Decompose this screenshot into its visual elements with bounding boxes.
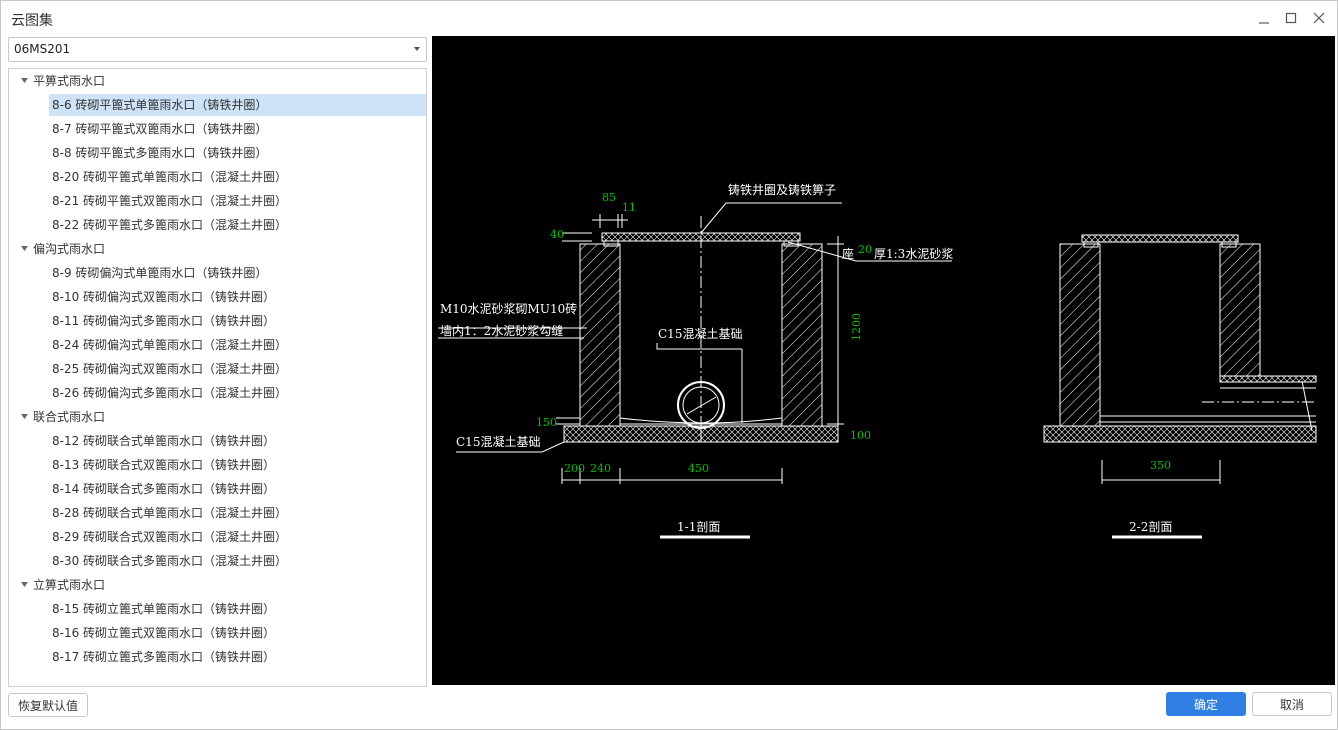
tree-item[interactable]: 8-29 砖砌联合式双篦雨水口（混凝土井圈） (49, 526, 426, 548)
caret-down-icon (414, 47, 420, 51)
tree-item[interactable]: 8-7 砖砌平篦式双篦雨水口（铸铁井圈） (49, 118, 426, 140)
tree-group-label: 立箅式雨水口 (33, 578, 106, 592)
tree-item[interactable]: 8-26 砖砌偏沟式多篦雨水口（混凝土井圈） (49, 382, 426, 404)
minimize-button[interactable] (1252, 7, 1276, 29)
tree-item-label: 8-25 砖砌偏沟式双篦雨水口（混凝土井圈） (52, 362, 288, 376)
triangle-down-icon[interactable] (21, 246, 28, 251)
tree-item-label: 8-29 砖砌联合式双篦雨水口（混凝土井圈） (52, 530, 288, 544)
tree-item-label: 8-26 砖砌偏沟式多篦雨水口（混凝土井圈） (52, 386, 288, 400)
dim-100: 100 (850, 429, 871, 442)
triangle-down-icon[interactable] (21, 78, 28, 83)
tree-item-label: 8-11 砖砌偏沟式多篦雨水口（铸铁井圈） (52, 314, 276, 328)
tree-item-label: 8-12 砖砌联合式单篦雨水口（铸铁井圈） (52, 434, 276, 448)
label-mortar-seat: 座 (842, 246, 854, 261)
tree-item[interactable]: 8-28 砖砌联合式单篦雨水口（混凝土井圈） (49, 502, 426, 524)
tree-item-label: 8-16 砖砌立篦式双篦雨水口（铸铁井圈） (52, 626, 276, 640)
drawing-viewer[interactable]: 铸铁井圈及铸铁箅子 座 厚1:3水泥砂浆 M10水泥砂浆砌MU10砖 墙内1：2… (432, 36, 1335, 685)
title-bar: 云图集 (1, 1, 1337, 35)
tree-item[interactable]: 8-15 砖砌立篦式单篦雨水口（铸铁井圈） (49, 598, 426, 620)
dim-450: 450 (688, 462, 709, 475)
section-2-2-drawing (1043, 234, 1317, 539)
tree-item[interactable]: 8-9 砖砌偏沟式单篦雨水口（铸铁井圈） (49, 262, 426, 284)
label-section-1: 1-1剖面 (677, 520, 720, 534)
tree-item-label: 8-17 砖砌立篦式多篦雨水口（铸铁井圈） (52, 650, 276, 664)
label-c15-inner: C15混凝土基础 (658, 326, 742, 341)
tree-item-label: 8-20 砖砌平篦式单篦雨水口（混凝土井圈） (52, 170, 288, 184)
tree-item-label: 8-22 砖砌平篦式多篦雨水口（混凝土井圈） (52, 218, 288, 232)
maximize-icon (1285, 12, 1297, 24)
label-mortar-spec: 厚1:3水泥砂浆 (874, 246, 953, 261)
cancel-button[interactable]: 取消 (1252, 692, 1332, 716)
tree-item-label: 8-30 砖砌联合式多篦雨水口（混凝土井圈） (52, 554, 288, 568)
label-wall-line1: M10水泥砂浆砌MU10砖 (440, 301, 577, 316)
dim-40: 40 (550, 228, 564, 241)
close-button[interactable] (1307, 7, 1331, 29)
dim-150: 150 (536, 416, 557, 429)
tree-item-label: 8-14 砖砌联合式多篦雨水口（铸铁井圈） (52, 482, 276, 496)
reset-defaults-button[interactable]: 恢复默认值 (8, 693, 88, 717)
dim-85: 85 (602, 191, 616, 204)
label-grate: 铸铁井圈及铸铁箅子 (728, 182, 836, 197)
minimize-icon (1259, 22, 1269, 24)
tree-item[interactable]: 8-12 砖砌联合式单篦雨水口（铸铁井圈） (49, 430, 426, 452)
label-section-2: 2-2剖面 (1129, 520, 1172, 534)
tree-group-label: 联合式雨水口 (33, 410, 106, 424)
tree-group-label: 偏沟式雨水口 (33, 242, 106, 256)
triangle-down-icon[interactable] (21, 582, 28, 587)
maximize-button[interactable] (1279, 7, 1303, 29)
tree-item[interactable]: 8-22 砖砌平篦式多篦雨水口（混凝土井圈） (49, 214, 426, 236)
drawing-canvas: 铸铁井圈及铸铁箅子 座 厚1:3水泥砂浆 M10水泥砂浆砌MU10砖 墙内1：2… (438, 182, 1317, 539)
dim-240: 240 (590, 462, 611, 475)
label-c15-base: C15混凝土基础 (456, 434, 540, 449)
tree-item[interactable]: 8-6 砖砌平篦式单篦雨水口（铸铁井圈） (49, 94, 426, 116)
tree-item[interactable]: 8-24 砖砌偏沟式单篦雨水口（混凝土井圈） (49, 334, 426, 356)
tree-item-label: 8-21 砖砌平篦式双篦雨水口（混凝土井圈） (52, 194, 288, 208)
triangle-down-icon[interactable] (21, 414, 28, 419)
dialog-window: 云图集 06MS201 平箅式雨水口 8-6 砖砌平篦式单篦雨水口（铸铁井圈） 8-… (0, 0, 1338, 730)
dim-200: 200 (564, 462, 585, 475)
atlas-select[interactable]: 06MS201 (8, 37, 427, 62)
tree-item-label: 8-9 砖砌偏沟式单篦雨水口（铸铁井圈） (52, 266, 268, 280)
tree-item-label: 8-15 砖砌立篦式单篦雨水口（铸铁井圈） (52, 602, 276, 616)
ok-button[interactable]: 确定 (1166, 692, 1246, 716)
tree-item[interactable]: 8-30 砖砌联合式多篦雨水口（混凝土井圈） (49, 550, 426, 572)
close-icon (1313, 12, 1325, 24)
tree-item-label: 8-8 砖砌平篦式多篦雨水口（铸铁井圈） (52, 146, 268, 160)
tree-item-label: 8-24 砖砌偏沟式单篦雨水口（混凝土井圈） (52, 338, 288, 352)
tree-group-label: 平箅式雨水口 (33, 74, 106, 88)
tree-item[interactable]: 8-10 砖砌偏沟式双篦雨水口（铸铁井圈） (49, 286, 426, 308)
tree-item-label: 8-6 砖砌平篦式单篦雨水口（铸铁井圈） (52, 98, 268, 112)
drawing-tree[interactable]: 平箅式雨水口 8-6 砖砌平篦式单篦雨水口（铸铁井圈） 8-7 砖砌平篦式双篦雨水口… (8, 68, 427, 687)
tree-item-label: 8-10 砖砌偏沟式双篦雨水口（铸铁井圈） (52, 290, 276, 304)
tree-item-label: 8-13 砖砌联合式双篦雨水口（铸铁井圈） (52, 458, 276, 472)
tree-item[interactable]: 8-16 砖砌立篦式双篦雨水口（铸铁井圈） (49, 622, 426, 644)
tree-item-label: 8-7 砖砌平篦式双篦雨水口（铸铁井圈） (52, 122, 268, 136)
window-title: 云图集 (11, 13, 53, 29)
tree-item[interactable]: 8-13 砖砌联合式双篦雨水口（铸铁井圈） (49, 454, 426, 476)
dim-1200: 1200 (850, 313, 863, 341)
tree-item[interactable]: 8-17 砖砌立篦式多篦雨水口（铸铁井圈） (49, 646, 426, 668)
tree-item[interactable]: 8-25 砖砌偏沟式双篦雨水口（混凝土井圈） (49, 358, 426, 380)
tree-item-label: 8-28 砖砌联合式单篦雨水口（混凝土井圈） (52, 506, 288, 520)
tree-item[interactable]: 8-21 砖砌平篦式双篦雨水口（混凝土井圈） (49, 190, 426, 212)
atlas-select-value: 06MS201 (14, 42, 71, 56)
tree-item[interactable]: 8-14 砖砌联合式多篦雨水口（铸铁井圈） (49, 478, 426, 500)
tree-item[interactable]: 8-20 砖砌平篦式单篦雨水口（混凝土井圈） (49, 166, 426, 188)
dim-11: 11 (622, 201, 636, 214)
tree-item[interactable]: 8-11 砖砌偏沟式多篦雨水口（铸铁井圈） (49, 310, 426, 332)
label-wall-line2: 墙内1：2水泥砂浆勾缝 (440, 323, 563, 338)
tree-item[interactable]: 8-8 砖砌平篦式多篦雨水口（铸铁井圈） (49, 142, 426, 164)
dim-350: 350 (1150, 459, 1171, 472)
dim-20: 20 (858, 243, 872, 256)
